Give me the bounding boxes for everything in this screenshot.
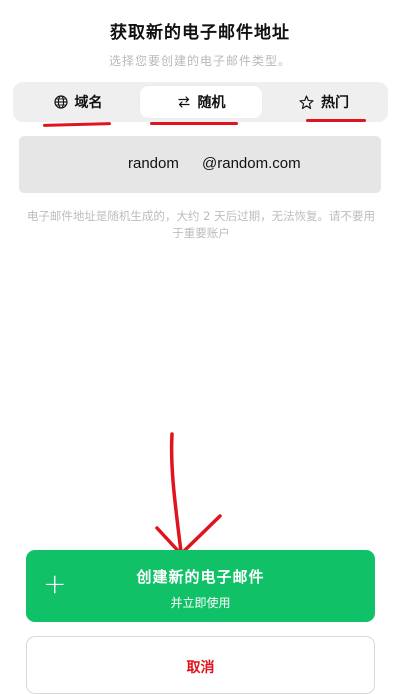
tab-random[interactable]: 随机: [140, 86, 262, 118]
expiry-notice: 电子邮件地址是随机生成的，大约 2 天后过期，无法恢复。请不要用于重要账户: [26, 209, 376, 240]
cancel-button[interactable]: 取消: [26, 636, 375, 694]
globe-icon: [53, 95, 68, 109]
page-title: 获取新的电子邮件地址: [110, 23, 290, 43]
tab-random-label: 随机: [197, 95, 226, 111]
generated-email-display: random @random.com: [19, 136, 381, 193]
tab-popular[interactable]: 热门: [263, 86, 385, 118]
star-outline-icon: [299, 94, 314, 110]
swap-arrows-icon: [177, 95, 191, 109]
create-email-button[interactable]: + 创建新的电子邮件 并立即使用: [26, 550, 375, 622]
create-email-title: 创建新的电子邮件: [136, 568, 265, 586]
email-domain: @random.com: [202, 155, 301, 172]
tab-domain-label: 域名: [74, 95, 103, 111]
email-type-segmented-control: 域名 随机 热门: [13, 82, 388, 122]
tab-popular-label: 热门: [321, 95, 349, 111]
annotation-underline-domain: [42, 122, 112, 127]
create-email-subtitle: 并立即使用: [170, 596, 231, 610]
tab-domain[interactable]: 域名: [17, 86, 139, 118]
annotation-underline-popular: [306, 119, 366, 122]
cancel-label: 取消: [186, 660, 215, 676]
page-subtitle: 选择您要创建的电子邮件类型。: [108, 54, 291, 68]
email-username: random: [128, 155, 179, 172]
annotation-underline-random: [150, 122, 238, 125]
